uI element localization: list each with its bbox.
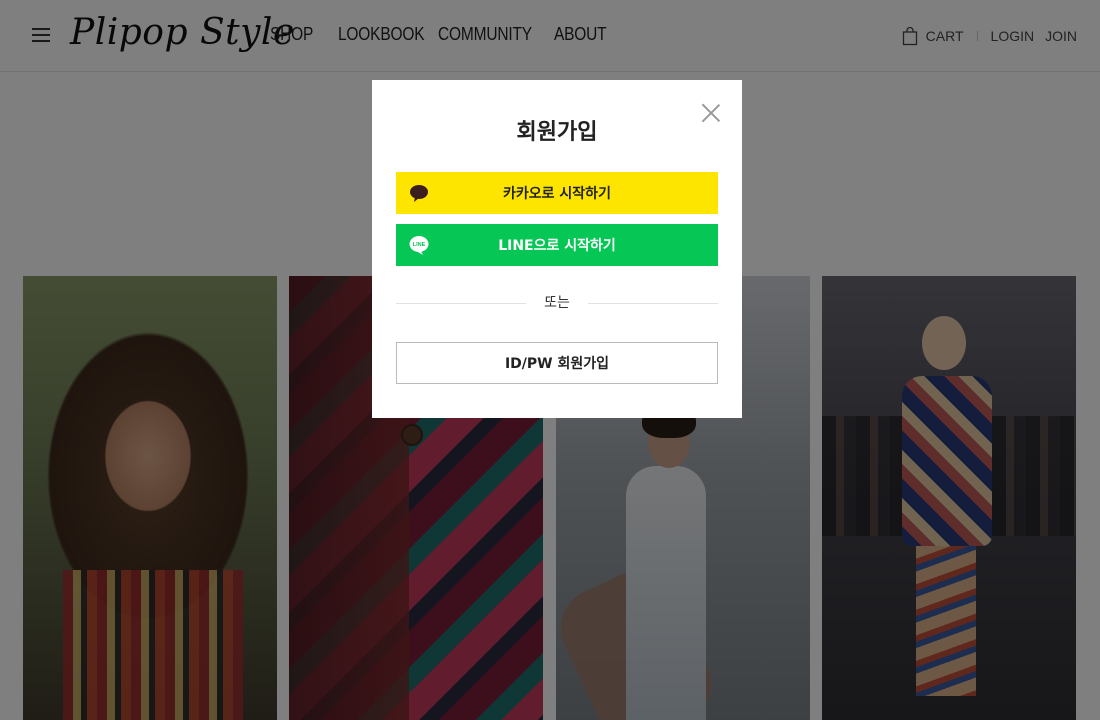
modal-title: 회원가입 [516, 120, 598, 145]
or-divider: 또는 [396, 293, 718, 313]
line-signup-label: LINE으로 시작하기 [498, 238, 616, 254]
line-icon: LINE [409, 236, 429, 255]
or-divider-text: 또는 [526, 293, 588, 313]
kakao-signup-button[interactable]: 카카오로 시작하기 [396, 172, 718, 214]
idpw-signup-button[interactable]: ID/PW 회원가입 [396, 342, 718, 384]
signup-modal: 회원가입 카카오로 시작하기 LINE LINE으로 시작하기 또는 ID/PW… [372, 80, 742, 418]
line-signup-button[interactable]: LINE LINE으로 시작하기 [396, 224, 718, 266]
idpw-signup-label: ID/PW 회원가입 [504, 356, 610, 372]
kakao-signup-label: 카카오로 시작하기 [503, 186, 611, 202]
line-icon-text: LINE [413, 242, 426, 248]
kakao-talk-icon [410, 185, 428, 202]
